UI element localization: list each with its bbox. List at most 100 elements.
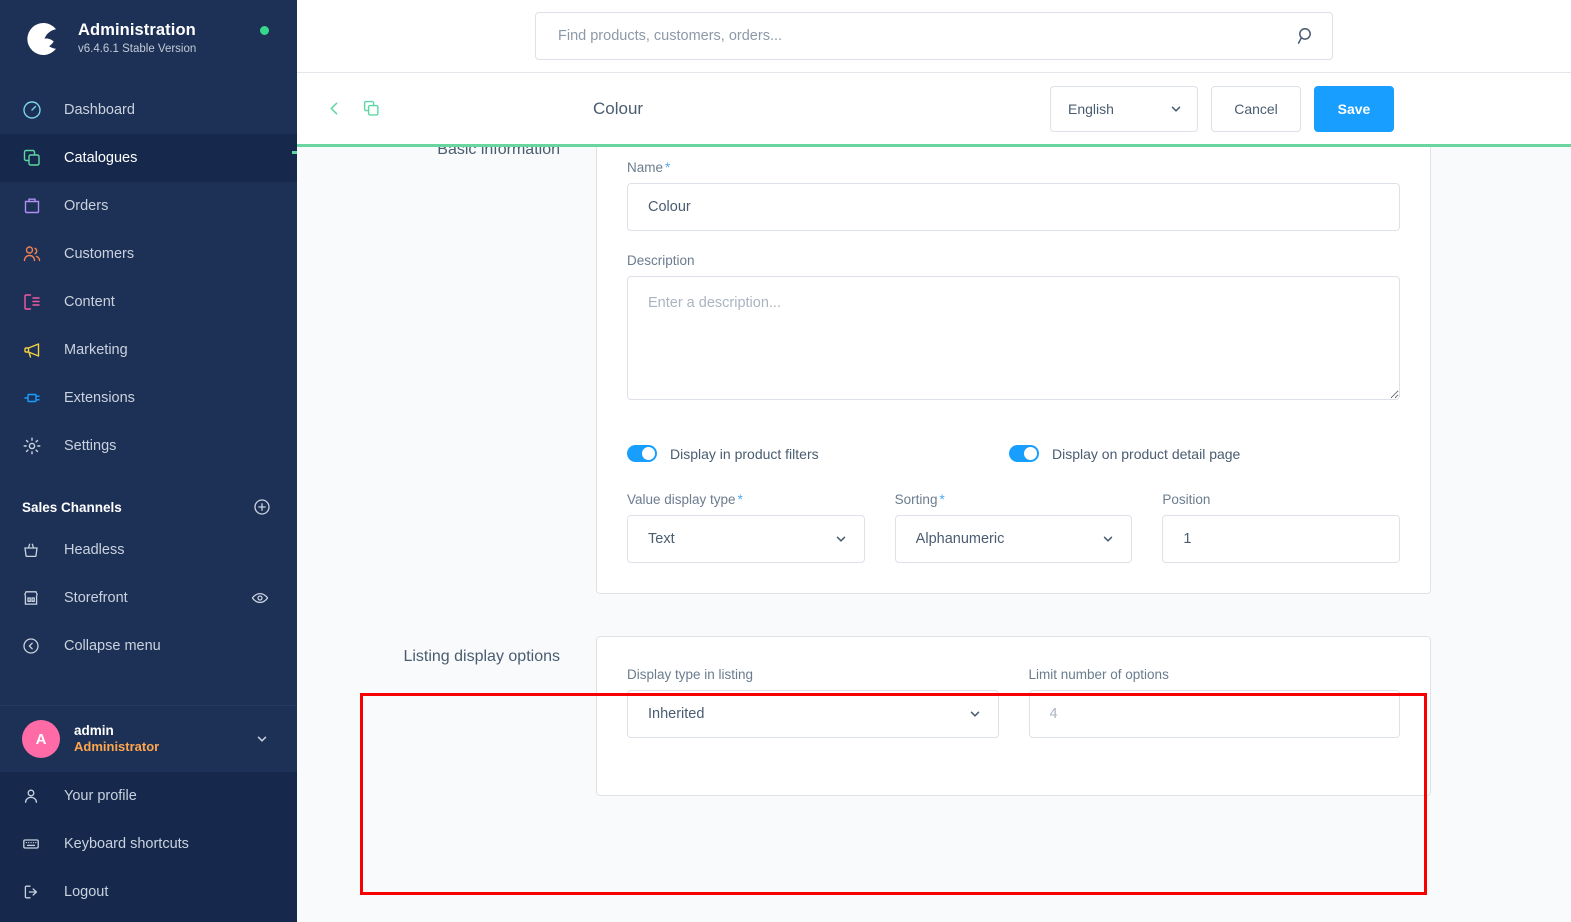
required-asterisk: * [939,492,945,507]
top-bar [297,0,1571,73]
sidebar-item-label: Keyboard shortcuts [64,836,189,852]
user-role: Administrator [74,739,160,755]
copy-icon[interactable] [360,98,382,120]
language-select[interactable]: English [1050,85,1198,132]
display-in-product-filters-item[interactable]: Display in product filters [627,445,927,462]
sidebar-item-content[interactable]: Content [0,278,297,326]
position-input[interactable] [1162,515,1401,563]
sidebar-item-logout[interactable]: Logout [0,868,297,916]
basic-information-legend: Basic information [437,147,560,158]
name-field-group: Name * [627,160,1400,231]
sorting-label-text: Sorting [894,492,938,507]
marketing-icon [22,340,52,360]
name-input[interactable] [627,183,1400,231]
value-display-type-select[interactable]: Text [627,515,865,563]
brand-version: v6.4.6.1 Stable Version [78,43,197,55]
eye-icon[interactable] [251,589,269,607]
save-button[interactable]: Save [1314,85,1394,132]
sidebar-item-customers[interactable]: Customers [0,230,297,278]
add-sales-channel-icon[interactable] [253,498,271,516]
value-display-type-label: Value display type * [627,492,865,507]
display-type-in-listing-group: Display type in listing Inherited [627,667,999,738]
logout-icon [22,883,52,901]
chevron-left-icon[interactable] [323,98,345,120]
page-title: Colour [593,98,644,118]
sidebar-item-label: Dashboard [64,102,135,118]
language-select-value: English [1068,100,1114,117]
display-type-in-listing-value: Inherited [648,706,705,722]
sidebar-item-label: Orders [64,198,109,214]
main-navigation: Dashboard Catalogues Orders Customers Co… [0,86,297,470]
position-group: Position [1162,492,1401,563]
position-label: Position [1162,492,1211,507]
sidebar-item-dashboard[interactable]: Dashboard [0,86,297,134]
chevron-down-icon [255,732,269,746]
sorting-label: Sorting * [895,492,1133,507]
dashboard-icon [22,100,52,120]
chevron-down-icon [1101,532,1115,546]
chevron-down-icon [834,532,848,546]
display-in-product-filters-toggle[interactable] [627,445,657,462]
limit-number-of-options-input[interactable] [1028,690,1400,738]
display-on-product-detail-page-label: Display on product detail page [1052,445,1241,462]
content-icon [22,292,52,312]
sidebar-item-orders[interactable]: Orders [0,182,297,230]
name-label: Name * [627,160,1400,175]
customers-icon [22,244,52,264]
listing-fields-row: Display type in listing Inherited Limit … [627,667,1400,738]
sidebar-item-label: Customers [64,246,135,262]
sidebar-item-label: Extensions [64,390,135,406]
display-on-product-detail-page-item[interactable]: Display on product detail page [1009,445,1240,462]
sorting-group: Sorting * Alphanumeric [894,492,1133,563]
orders-icon [22,196,52,216]
basic-information-section: Basic information Name* Description [297,147,1571,594]
sidebar-item-settings[interactable]: Settings [0,422,297,470]
sidebar-item-headless[interactable]: Headless [0,526,297,574]
name-label-text: Name [627,160,664,175]
sidebar-item-marketing[interactable]: Marketing [0,326,297,374]
sales-channels-heading: Sales Channels [22,499,122,515]
listing-display-options-card: Display type in listing Inherited Limit … [596,636,1431,796]
sidebar-item-collapse-menu[interactable]: Collapse menu [0,622,297,670]
sidebar-item-extensions[interactable]: Extensions [0,374,297,422]
keyboard-icon [22,835,52,853]
shopware-logo-icon [22,18,64,60]
sidebar-item-label: Headless [64,542,125,558]
display-switches-row: Display in product filters Display on pr… [627,445,1400,462]
sales-channels-header: Sales Channels [0,470,297,526]
sorting-value: Alphanumeric [915,531,1005,547]
user-icon [22,787,52,805]
sidebar-item-storefront[interactable]: Storefront [0,574,297,622]
brand-header: Administration v6.4.6.1 Stable Version [0,0,297,76]
value-display-type-group: Value display type * Text [627,492,865,563]
brand-title: Administration [78,21,196,40]
value-display-type-value: Text [648,531,675,547]
user-name: admin [74,722,114,738]
headless-icon [22,541,52,559]
main-area: Colour English Cancel Save Basic infor [297,0,1571,922]
sidebar-item-label: Catalogues [64,150,138,166]
display-options-row: Value display type * Text Sorting * Alph… [627,492,1401,563]
sidebar-item-catalogues[interactable]: Catalogues [0,134,297,182]
search-input[interactable] [535,12,1333,60]
display-type-in-listing-label: Display type in listing [627,667,754,682]
display-in-product-filters-label: Display in product filters [670,445,819,462]
content-scroll-area[interactable]: Basic information Name* Description [297,147,1571,922]
description-textarea[interactable] [627,276,1400,400]
storefront-icon [22,589,52,607]
catalogues-icon [22,148,52,168]
required-asterisk: * [665,160,671,175]
sidebar-item-keyboard-shortcuts[interactable]: Keyboard shortcuts [0,820,297,868]
user-footer-navigation: Your profile Keyboard shortcuts Logout [0,772,297,922]
basic-information-card: Name* Description Display in product fil… [596,147,1431,594]
sorting-select[interactable]: Alphanumeric [894,515,1133,563]
user-menu-toggle[interactable]: A admin Administrator [0,705,297,772]
sidebar-item-label: Your profile [64,788,137,804]
sidebar-item-label: Marketing [64,342,128,358]
display-on-product-detail-page-toggle[interactable] [1009,445,1039,462]
sidebar-item-label: Logout [64,884,109,900]
listing-display-options-legend: Listing display options [403,648,560,665]
sidebar-item-your-profile[interactable]: Your profile [0,772,297,820]
cancel-button[interactable]: Cancel [1211,85,1301,132]
display-type-in-listing-select[interactable]: Inherited [627,690,999,738]
